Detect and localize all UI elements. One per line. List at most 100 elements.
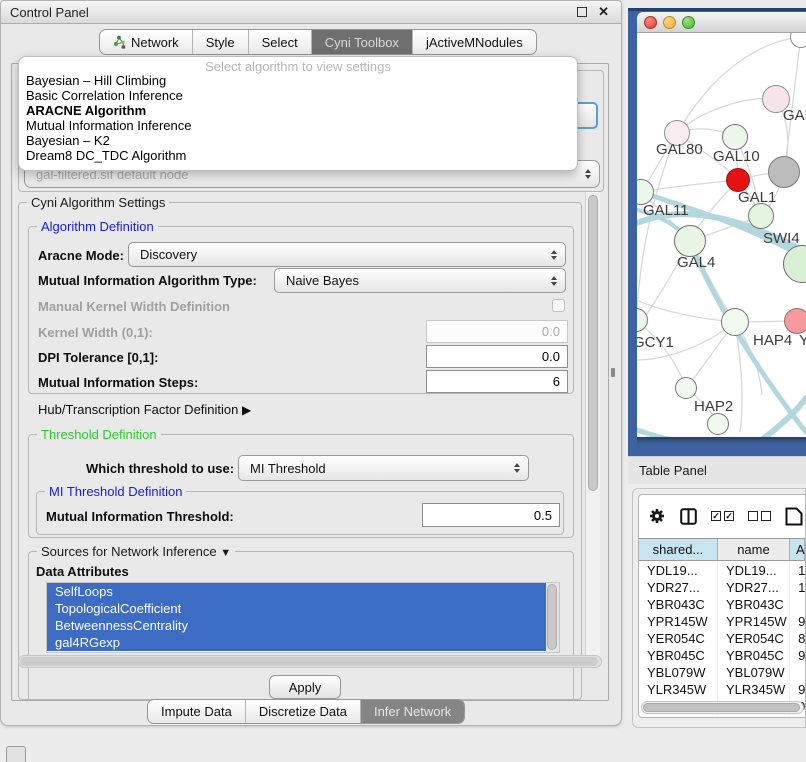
node-label: GAL80 — [656, 141, 703, 158]
aracne-mode-label: Aracne Mode: — [38, 248, 124, 263]
mi-steps-label: Mutual Information Steps: — [38, 375, 198, 390]
mi-algorithm-type-combo[interactable]: Naive Bayes — [274, 268, 566, 293]
gear-icon[interactable] — [648, 507, 666, 525]
table-panel-title: Table Panel — [628, 463, 707, 478]
node-label: SWI4 — [763, 230, 800, 247]
algo-item-bayesian-hill-climbing[interactable]: Bayesian – Hill Climbing — [19, 73, 577, 88]
aracne-mode-value: Discovery — [140, 247, 197, 262]
algo-item-aracne[interactable]: ARACNE Algorithm — [19, 103, 577, 118]
which-threshold-combo[interactable]: MI Threshold — [238, 455, 529, 481]
node-unlabeled-gray[interactable] — [768, 156, 800, 188]
network-glyph-icon — [113, 35, 126, 49]
panel-splitter-handle[interactable] — [611, 368, 615, 377]
cyni-algorithm-settings-title: Cyni Algorithm Settings — [27, 195, 169, 210]
apply-button[interactable]: Apply — [269, 675, 341, 699]
node-salmon[interactable] — [784, 308, 806, 334]
settings-scroll-thumb[interactable] — [588, 195, 598, 491]
tab-style[interactable]: Style — [192, 30, 248, 54]
node-hap2[interactable] — [675, 377, 697, 399]
mi-algorithm-type-label: Mutual Information Algorithm Type: — [38, 273, 257, 288]
settings-hscrollbar[interactable] — [18, 655, 602, 668]
node-hap4[interactable] — [721, 308, 749, 336]
close-panel-icon[interactable]: ✕ — [598, 4, 609, 20]
minimize-traffic-light-icon[interactable] — [663, 16, 676, 29]
dpi-tolerance-field[interactable] — [426, 345, 568, 368]
table-hscroll-thumb[interactable] — [643, 703, 800, 712]
algo-item-dream8[interactable]: Dream8 DC_TDC Algorithm — [19, 148, 577, 163]
attr-item-topologicalcoefficient[interactable]: TopologicalCoefficient — [47, 600, 559, 617]
control-panel-titlebar: Control Panel ✕ — [1, 1, 621, 24]
attr-list-scroll-thumb[interactable] — [547, 584, 557, 650]
table-panel: ✓✓ shared... name A YDL19... YDL19... 13… — [638, 494, 806, 718]
node-unlabeled-bottom[interactable] — [707, 413, 729, 435]
algorithm-dropdown-prompt: Select algorithm to view settings — [19, 57, 577, 73]
attr-item-selfloops[interactable]: SelfLoops — [47, 583, 559, 600]
attr-list-scrollbar[interactable] — [546, 583, 559, 652]
aracne-mode-combo[interactable]: Discovery — [128, 242, 566, 267]
tab-network[interactable]: Network — [100, 30, 192, 54]
table-row[interactable]: YBL079W YBL079W — [639, 664, 805, 681]
table-hscrollbar[interactable] — [641, 701, 804, 714]
combo-spinner-icon — [514, 463, 520, 473]
tab-impute-data[interactable]: Impute Data — [148, 700, 245, 723]
hub-definition-label: Hub/Transcription Factor Definition — [38, 402, 238, 417]
attr-item-betweennesscentrality[interactable]: BetweennessCentrality — [47, 617, 559, 634]
node-label: GAL4 — [677, 254, 715, 271]
tab-jactivemnodules[interactable]: jActiveMNodules — [412, 30, 536, 54]
column-header-shared[interactable]: shared... — [639, 539, 718, 560]
network-window-titlebar[interactable] — [637, 12, 806, 33]
node-gal10[interactable] — [722, 124, 748, 150]
tab-infer-network[interactable]: Infer Network — [360, 700, 464, 723]
table-header-row: shared... name A — [639, 538, 805, 561]
algo-item-bayesian-k2[interactable]: Bayesian – K2 — [19, 133, 577, 148]
attr-item-gal4rgexp[interactable]: gal4RGexp — [47, 634, 559, 651]
node-label: HAP2 — [694, 398, 733, 415]
select-all-checks-icon[interactable]: ✓✓ — [711, 511, 734, 521]
network-window-shadow — [637, 437, 806, 444]
float-panel-icon[interactable] — [577, 7, 587, 17]
export-table-icon[interactable] — [785, 507, 803, 526]
mi-steps-field[interactable] — [426, 370, 568, 393]
hub-definition-toggle[interactable]: Hub/Transcription Factor Definition ▶ — [38, 402, 251, 417]
algo-item-mutual-information[interactable]: Mutual Information Inference — [19, 118, 577, 133]
table-row[interactable]: YPR145W YPR145W 9. — [639, 613, 805, 630]
cyni-bottom-tabbar: Impute Data Discretize Data Infer Networ… — [147, 699, 465, 724]
settings-scrollbar[interactable] — [585, 192, 600, 667]
table-panel-titlebar: Table Panel — [628, 456, 806, 484]
collapsed-arrow-icon: ▶ — [242, 403, 251, 417]
expanded-arrow-icon[interactable]: ▼ — [220, 547, 231, 559]
node-label: GAL — [783, 107, 806, 124]
node-swi4[interactable] — [748, 203, 774, 229]
screen: { "app": { "control_panel_title": "Contr… — [0, 0, 806, 762]
settings-hscroll-thumb[interactable] — [20, 657, 598, 666]
tab-discretize-data[interactable]: Discretize Data — [245, 700, 360, 723]
tab-select[interactable]: Select — [248, 30, 311, 54]
tab-cyni-toolbox[interactable]: Cyni Toolbox — [311, 30, 412, 54]
table-row[interactable]: YDR27... YDR27... 12 — [639, 579, 805, 596]
mi-threshold-group-title: MI Threshold Definition — [45, 484, 186, 499]
deselect-all-checks-icon[interactable] — [748, 511, 771, 521]
table-row[interactable]: YDL19... YDL19... 13 — [639, 562, 805, 579]
mi-algorithm-type-value: Naive Bayes — [286, 273, 359, 288]
table-toolbar: ✓✓ — [639, 495, 805, 537]
column-header-name[interactable]: name — [718, 539, 790, 560]
collapsed-panel-icon[interactable] — [6, 746, 26, 762]
control-panel-title: Control Panel — [1, 5, 89, 20]
node-gal4[interactable] — [674, 225, 706, 257]
kernel-width-label: Kernel Width (0,1): — [38, 325, 153, 340]
network-canvas[interactable]: GAL GAL80 GAL10 GAL1 GAL11 SWI4 GAL4 GCY… — [637, 33, 806, 437]
sources-group-title: Sources for Network Inference ▼ — [37, 544, 235, 559]
table-row[interactable]: YBR045C YBR045C 9. — [639, 647, 805, 664]
tab-network-label: Network — [131, 35, 179, 50]
column-header-third[interactable]: A — [790, 539, 805, 560]
close-traffic-light-icon[interactable] — [644, 16, 657, 29]
zoom-traffic-light-icon[interactable] — [682, 16, 695, 29]
table-row[interactable]: YLR345W YLR345W 9. — [639, 681, 805, 698]
mi-threshold-field[interactable] — [422, 503, 560, 527]
algo-item-basic-correlation[interactable]: Basic Correlation Inference — [19, 88, 577, 103]
data-attributes-list: SelfLoops TopologicalCoefficient Between… — [46, 582, 560, 653]
table-row[interactable]: YER054C YER054C 8. — [639, 630, 805, 647]
table-row[interactable]: YBR043C YBR043C — [639, 596, 805, 613]
node-label: Y — [799, 332, 806, 349]
split-columns-icon[interactable] — [680, 508, 697, 525]
